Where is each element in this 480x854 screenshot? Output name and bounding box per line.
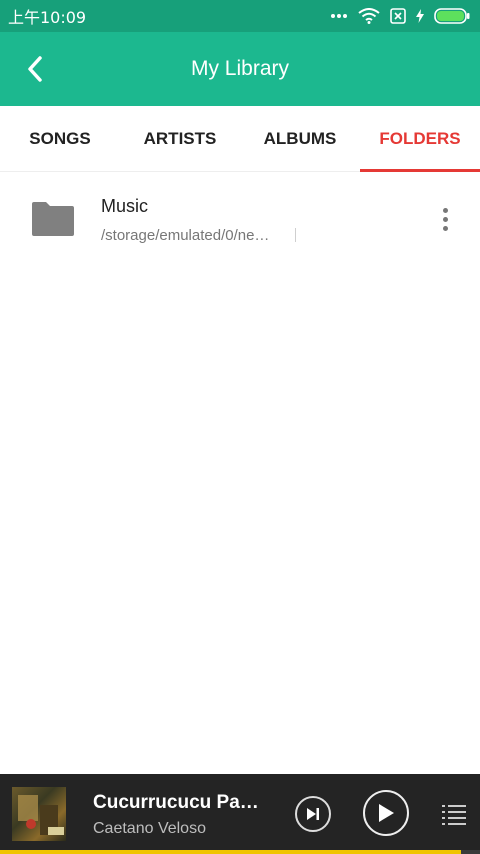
track-title: Cucurrucucu Pa…	[93, 792, 259, 813]
charging-icon	[416, 9, 424, 23]
skip-next-button[interactable]	[295, 796, 331, 832]
queue-list-icon	[442, 805, 466, 825]
track-artist: Caetano Veloso	[93, 820, 206, 837]
battery-icon	[434, 8, 470, 24]
folder-text: Music /storage/emulated/0/ne…	[101, 196, 269, 244]
more-dots-icon	[331, 14, 347, 18]
no-sim-icon	[390, 8, 406, 24]
status-time: 上午10:09	[8, 8, 87, 27]
tab-songs[interactable]: SONGS	[0, 106, 120, 172]
folder-icon	[32, 202, 74, 236]
divider	[295, 228, 296, 242]
queue-button[interactable]	[436, 796, 472, 832]
back-button[interactable]	[20, 54, 50, 84]
folder-name: Music	[101, 196, 149, 216]
play-button[interactable]	[363, 790, 409, 836]
more-vert-icon[interactable]	[430, 204, 460, 234]
tab-albums[interactable]: ALBUMS	[240, 106, 360, 172]
now-playing-bar[interactable]: Cucurrucucu Pa… Caetano Veloso	[0, 774, 480, 854]
chevron-left-icon	[28, 56, 42, 82]
page-title: My Library	[190, 57, 290, 80]
library-tabs: SONGS ARTISTS ALBUMS FOLDERS	[0, 106, 480, 172]
status-icons	[330, 8, 470, 24]
app-toolbar: My Library	[0, 32, 480, 106]
tab-folders[interactable]: FOLDERS	[360, 106, 480, 172]
tab-artists[interactable]: ARTISTS	[120, 106, 240, 172]
playback-progress-fill	[0, 850, 461, 854]
playback-progress[interactable]	[0, 850, 480, 854]
wifi-icon	[358, 8, 380, 24]
list-item[interactable]: Music /storage/emulated/0/ne…	[0, 180, 480, 260]
skip-next-icon	[307, 808, 319, 820]
play-icon	[379, 804, 394, 822]
album-art[interactable]	[12, 787, 66, 841]
folder-path: /storage/emulated/0/ne…	[101, 227, 270, 244]
status-bar: 上午10:09	[0, 0, 480, 32]
